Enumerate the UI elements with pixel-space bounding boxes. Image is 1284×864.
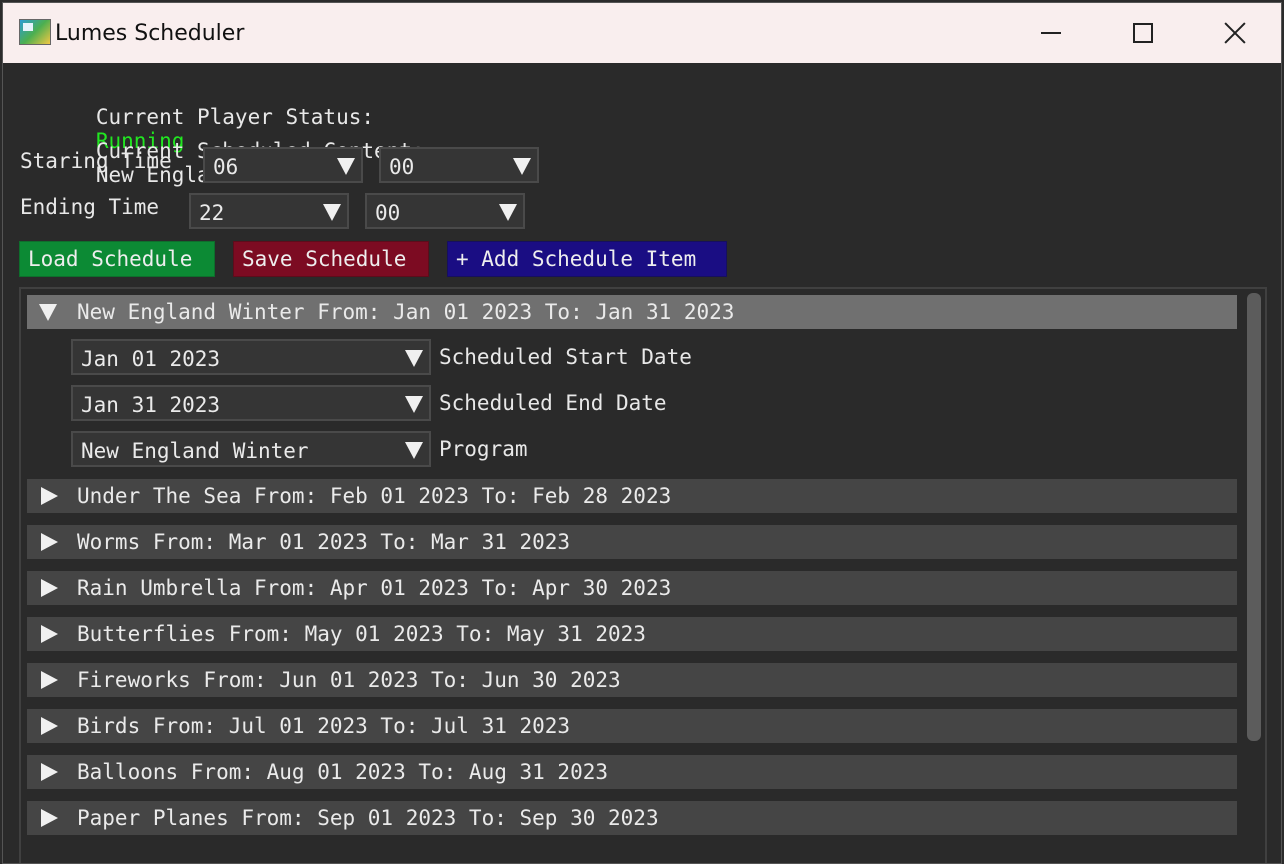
scrollbar-thumb[interactable] [1247,293,1261,741]
end-date-label: Scheduled End Date [439,391,667,415]
save-schedule-button[interactable]: Save Schedule [233,241,429,277]
minimize-icon [1041,32,1061,34]
schedule-item-header[interactable]: Paper Planes From: Sep 01 2023 To: Sep 3… [27,801,1237,835]
schedule-item-header[interactable]: Rain Umbrella From: Apr 01 2023 To: Apr … [27,571,1237,605]
scrollbar[interactable] [1247,293,1261,741]
schedule-item-label: Birds From: Jul 01 2023 To: Jul 31 2023 [77,714,571,738]
start-date-label: Scheduled Start Date [439,345,692,369]
schedule-item-label: Under The Sea From: Feb 01 2023 To: Feb … [77,484,672,508]
program-label: Program [439,437,528,461]
schedule-item-header[interactable]: Balloons From: Aug 01 2023 To: Aug 31 20… [27,755,1237,789]
schedule-list[interactable]: New England Winter From: Jan 01 2023 To:… [19,287,1267,863]
main-panel: Current Player Status: Running Current S… [3,63,1281,863]
collapse-arrow-icon [39,304,57,321]
schedule-item-header[interactable]: Fireworks From: Jun 01 2023 To: Jun 30 2… [27,663,1237,697]
start-date-value: Jan 01 2023 [81,347,221,371]
starting-time-label: Staring Time [20,149,172,173]
schedule-item-label: Butterflies From: May 01 2023 To: May 31… [77,622,646,646]
minimize-button[interactable] [1005,3,1097,63]
maximize-icon [1133,23,1153,43]
schedule-item-header[interactable]: New England Winter From: Jan 01 2023 To:… [27,295,1237,329]
add-schedule-item-button[interactable]: + Add Schedule Item [447,241,727,277]
schedule-item-label: Worms From: Mar 01 2023 To: Mar 31 2023 [77,530,571,554]
schedule-item-header[interactable]: Worms From: Mar 01 2023 To: Mar 31 2023 [27,525,1237,559]
close-button[interactable] [1189,3,1281,63]
chevron-down-icon [513,158,531,175]
chevron-down-icon [499,204,517,221]
program-select[interactable]: New England Winter [71,431,431,467]
chevron-down-icon [337,158,355,175]
ending-hour-value: 22 [199,201,225,225]
schedule-item-label: Paper Planes From: Sep 01 2023 To: Sep 3… [77,806,659,830]
title-bar[interactable]: Lumes Scheduler [3,3,1281,63]
chevron-down-icon [405,396,423,413]
end-date-value: Jan 31 2023 [81,393,221,417]
schedule-item-header[interactable]: Under The Sea From: Feb 01 2023 To: Feb … [27,479,1237,513]
schedule-item-label: Rain Umbrella From: Apr 01 2023 To: Apr … [77,576,672,600]
schedule-item-header[interactable]: Butterflies From: May 01 2023 To: May 31… [27,617,1237,651]
app-window: Lumes Scheduler Current Player Status: R… [2,2,1282,864]
chevron-down-icon [405,350,423,367]
schedule-item-label: Balloons From: Aug 01 2023 To: Aug 31 20… [77,760,609,784]
close-icon [1224,22,1246,44]
schedule-item-label: Fireworks From: Jun 01 2023 To: Jun 30 2… [77,668,621,692]
ending-hour-select[interactable]: 22 [189,193,349,229]
chevron-down-icon [405,442,423,459]
starting-minute-select[interactable]: 00 [379,147,539,183]
expand-arrow-icon [41,625,58,643]
expand-arrow-icon [41,717,58,735]
chevron-down-icon [323,204,341,221]
maximize-button[interactable] [1097,3,1189,63]
program-value: New England Winter [81,439,309,463]
schedule-item-label: New England Winter From: Jan 01 2023 To:… [77,300,735,324]
starting-hour-select[interactable]: 06 [203,147,363,183]
ending-minute-value: 00 [375,201,401,225]
starting-hour-value: 06 [213,155,239,179]
expand-arrow-icon [41,671,58,689]
expand-arrow-icon [41,533,58,551]
ending-time-label: Ending Time [20,195,160,219]
end-date-select[interactable]: Jan 31 2023 [71,385,431,421]
schedule-item-header[interactable]: Birds From: Jul 01 2023 To: Jul 31 2023 [27,709,1237,743]
expand-arrow-icon [41,487,58,505]
app-logo-icon [19,19,51,45]
expand-arrow-icon [41,763,58,781]
expand-arrow-icon [41,809,58,827]
window-title: Lumes Scheduler [55,21,245,46]
load-schedule-button[interactable]: Load Schedule [19,241,215,277]
start-date-select[interactable]: Jan 01 2023 [71,339,431,375]
expand-arrow-icon [41,579,58,597]
starting-minute-value: 00 [389,155,415,179]
ending-minute-select[interactable]: 00 [365,193,525,229]
